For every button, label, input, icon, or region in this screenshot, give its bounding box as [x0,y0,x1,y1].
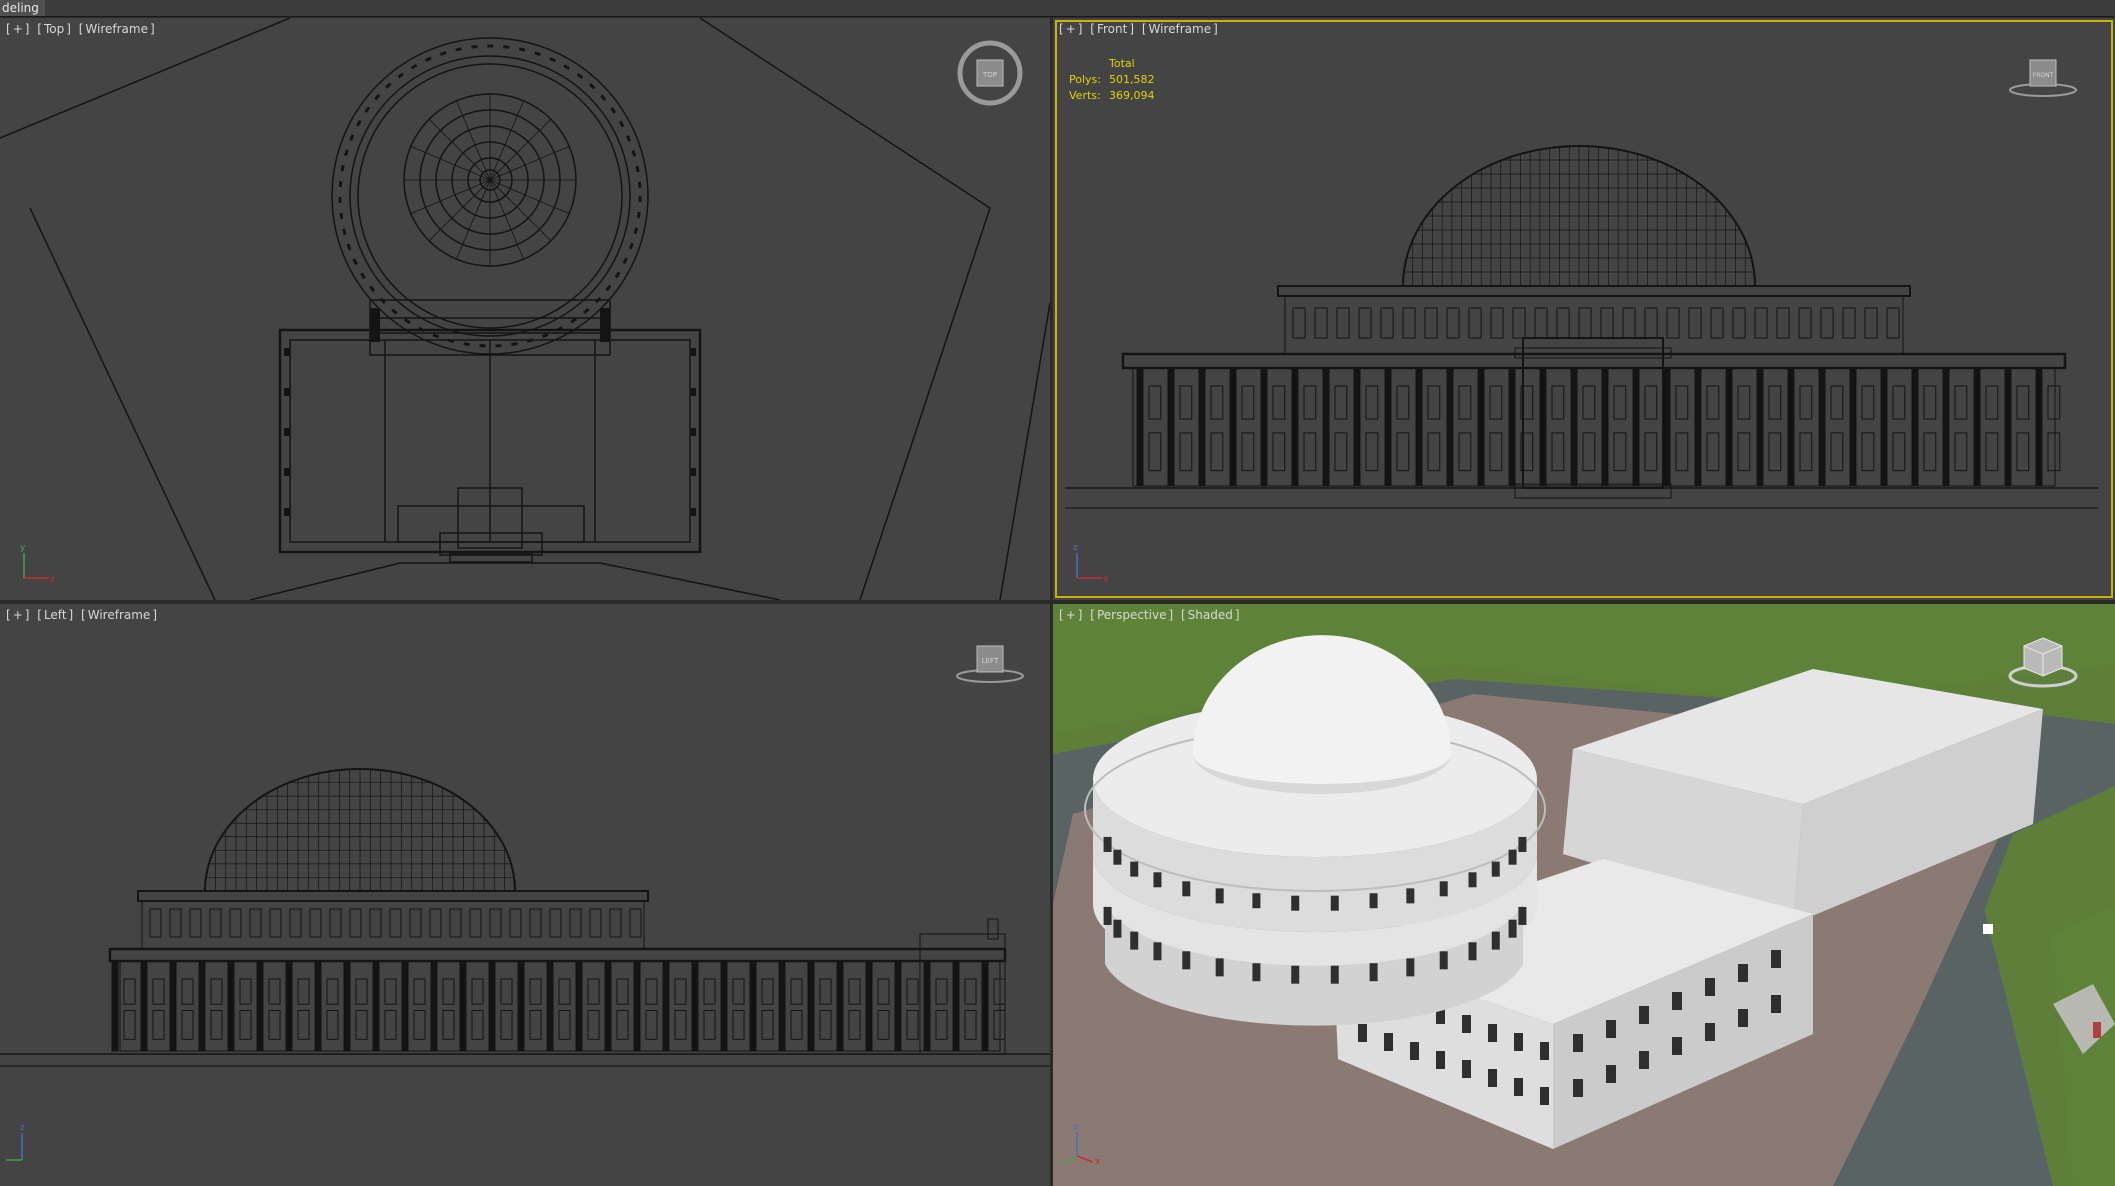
viewport-view-name[interactable]: Left [44,608,67,622]
axis-tripod-left: z [6,1123,25,1161]
svg-text:FRONT: FRONT [2033,72,2054,79]
stats-verts-value: 369,094 [1109,89,1155,102]
viewcube-left[interactable]: LEFT [955,624,1025,694]
svg-text:z: z [1073,543,1078,553]
svg-text:z: z [20,1123,25,1133]
viewport-menu-plus[interactable]: + [13,22,23,36]
top-wireframe-drawing [0,18,1050,600]
viewport-front[interactable]: [+] [Front] [Wireframe] Total Polys: 501,… [1053,18,2115,600]
stats-header: Total [1109,57,1135,70]
viewport-shading-mode[interactable]: Wireframe [85,22,148,36]
left-wireframe-drawing [0,768,1050,1067]
front-wireframe-drawing [1065,145,2098,509]
viewport-shading-mode[interactable]: Wireframe [1149,22,1212,36]
viewport-view-name[interactable]: Front [1097,22,1127,36]
viewcube-perspective[interactable] [2008,624,2078,694]
axis-tripod-top: y x [20,543,56,585]
viewport-menu-plus[interactable]: + [1066,608,1076,622]
svg-text:LEFT: LEFT [982,657,999,665]
perspective-scene [1053,604,2115,1186]
viewport-menu-plus[interactable]: + [1066,22,1076,36]
axis-tripod-perspective: z x [1062,1122,1101,1167]
svg-text:y: y [20,543,26,553]
viewport-view-name[interactable]: Top [44,22,64,36]
stats-polys-value: 501,582 [1109,73,1155,86]
viewport-perspective-label: [+] [Perspective] [Shaded] [1059,608,1240,622]
viewport-top-label: [+] [Top] [Wireframe] [6,22,155,36]
viewport-left[interactable]: [+] [Left] [Wireframe] LEFT z [0,604,1050,1186]
viewport-shading-mode[interactable]: Wireframe [88,608,151,622]
svg-text:x: x [1095,1157,1101,1167]
workspace-mode-label[interactable]: deling [0,0,45,16]
viewport-perspective[interactable]: [+] [Perspective] [Shaded] z x [1053,604,2115,1186]
svg-text:x: x [50,575,56,585]
viewport-top[interactable]: [+] [Top] [Wireframe] TOP y x [0,18,1050,600]
viewport-menu-plus[interactable]: + [13,608,23,622]
axis-tripod-front: z x [1073,543,1109,585]
viewport-view-name[interactable]: Perspective [1097,608,1167,622]
viewcube-front[interactable]: FRONT [2008,38,2078,108]
viewport-shading-mode[interactable]: Shaded [1188,608,1233,622]
viewcube-top[interactable]: TOP [955,38,1025,108]
top-menu-strip: deling [0,0,2115,17]
viewport-left-label: [+] [Left] [Wireframe] [6,608,157,622]
stats-polys-label: Polys: [1069,73,1101,86]
statistics-overlay: Total Polys: 501,582 Verts: 369,094 [1069,56,1155,104]
stats-verts-label: Verts: [1069,89,1101,102]
app-window: deling [+] [Top] [Wireframe] TOP y x [+… [0,0,2115,1186]
svg-text:z: z [1074,1122,1079,1132]
svg-text:TOP: TOP [982,71,997,79]
viewport-front-label: [+] [Front] [Wireframe] [1059,22,1218,36]
svg-text:x: x [1103,575,1109,585]
